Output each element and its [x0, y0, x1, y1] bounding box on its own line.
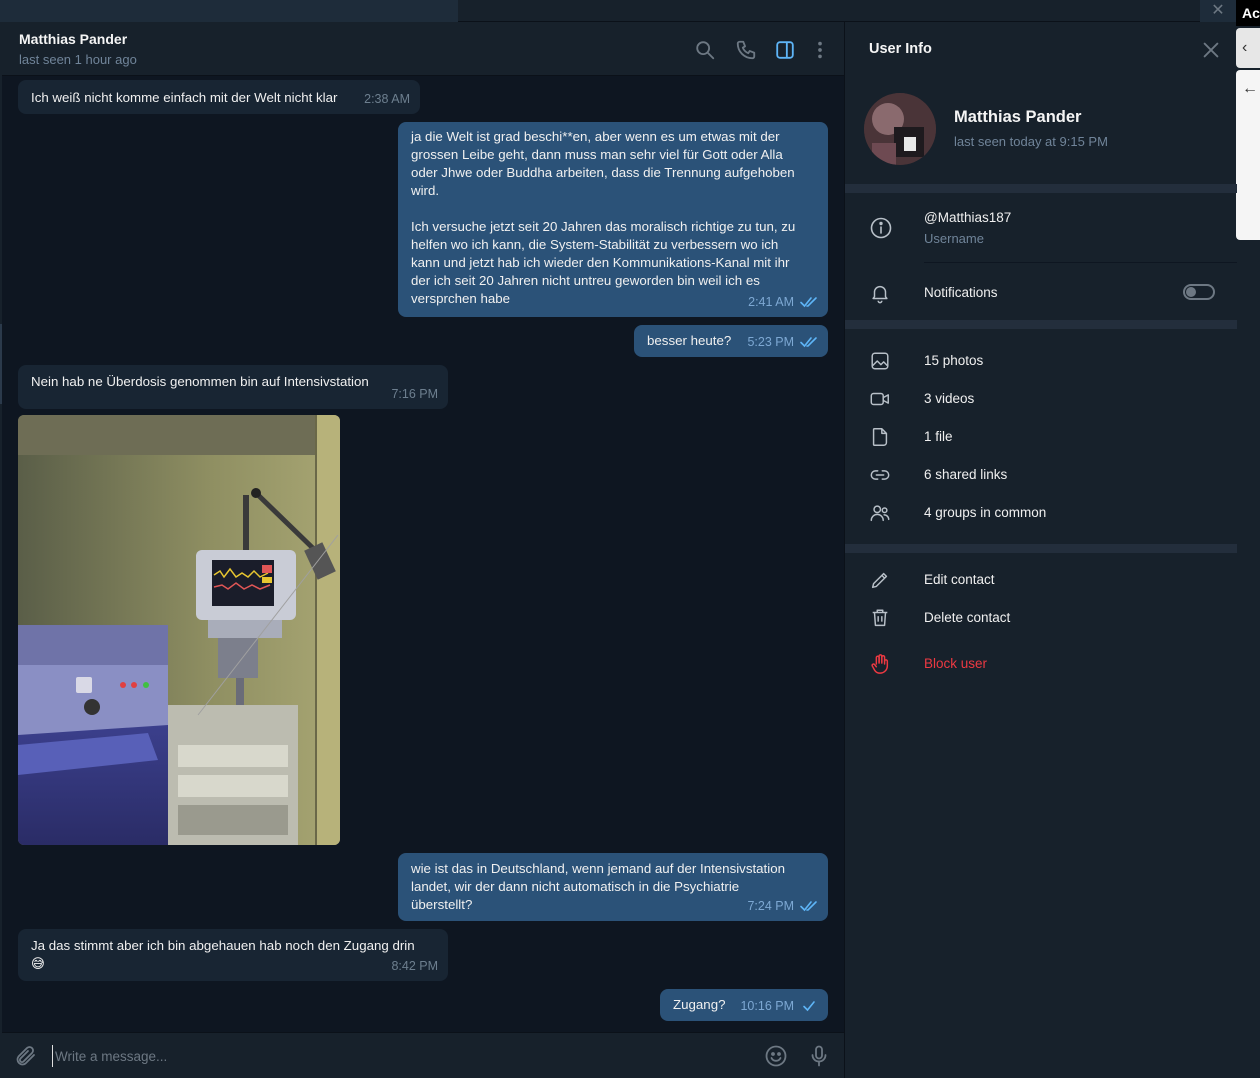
message-incoming[interactable]: Ich weiß nicht komme einfach mit der Wel…	[18, 80, 420, 114]
video-icon	[869, 388, 891, 410]
delete-contact-button[interactable]: Delete contact	[845, 599, 1237, 637]
section-separator	[845, 320, 1237, 329]
profile-name: Matthias Pander	[954, 108, 1082, 126]
chat-header[interactable]: Matthias Pander last seen 1 hour ago	[2, 22, 844, 76]
message-time: 7:16 PM	[391, 387, 438, 401]
message-outgoing[interactable]: wie ist das in Deutschland, wenn jemand …	[398, 853, 828, 921]
username-value[interactable]: @Matthias187	[924, 210, 1011, 225]
action-label: Block user	[924, 656, 988, 671]
media-label: 15 photos	[924, 353, 984, 368]
panel-title: User Info	[869, 41, 932, 57]
message-meta: 10:16 PM	[740, 997, 818, 1015]
media-label: 6 shared links	[924, 467, 1008, 482]
username-label: Username	[924, 231, 984, 246]
telegram-window: ✕ Ac ‹ ← Matthias Pander last seen 1 hou…	[0, 0, 1260, 1078]
toggle-knob	[1186, 287, 1196, 297]
message-meta: 2:38 AM	[364, 90, 410, 108]
more-options-icon[interactable]	[809, 39, 831, 61]
side-back-button[interactable]: ‹	[1236, 28, 1260, 68]
message-meta: 7:24 PM	[747, 897, 818, 915]
notifications-label: Notifications	[924, 285, 998, 300]
edit-contact-button[interactable]: Edit contact	[845, 561, 1237, 599]
side-arrow-button[interactable]: ←	[1236, 70, 1260, 240]
avatar[interactable]	[864, 93, 936, 165]
media-label: 3 videos	[924, 391, 975, 406]
message-outgoing[interactable]: Zugang? 10:16 PM	[660, 989, 828, 1021]
message-composer	[2, 1032, 844, 1078]
message-time: 8:42 PM	[391, 959, 438, 973]
media-row-videos[interactable]: 3 videos	[845, 380, 1237, 418]
section-separator	[845, 544, 1237, 553]
message-incoming[interactable]: Nein hab ne Überdosis genommen bin auf I…	[18, 365, 448, 409]
info-icon	[869, 216, 893, 240]
message-input[interactable]	[52, 1045, 732, 1067]
side-window-label: Ac	[1236, 0, 1260, 26]
media-row-groups[interactable]: 4 groups in common	[845, 494, 1237, 532]
message-outgoing[interactable]: besser heute? 5:23 PM	[634, 325, 828, 357]
sent-checkmark-icon	[800, 1000, 818, 1012]
sidebar-toggle-icon[interactable]	[774, 39, 796, 61]
attach-icon[interactable]	[14, 1044, 38, 1068]
groups-icon	[869, 502, 891, 524]
profile-last-seen: last seen today at 9:15 PM	[954, 134, 1108, 149]
action-label: Edit contact	[924, 572, 995, 587]
block-user-button[interactable]: Block user	[845, 645, 1237, 683]
message-time: 5:23 PM	[747, 335, 794, 349]
message-incoming[interactable]: Ja das stimmt aber ich bin abgehauen hab…	[18, 929, 448, 981]
title-tab[interactable]	[0, 0, 458, 22]
chat-title[interactable]: Matthias Pander	[19, 31, 127, 47]
media-row-photos[interactable]: 15 photos	[845, 342, 1237, 380]
read-checkmarks-icon	[800, 336, 818, 348]
message-meta: 8:42 PM	[391, 957, 438, 975]
message-time: 7:24 PM	[747, 899, 794, 913]
window-close-icon[interactable]: ✕	[1209, 2, 1227, 20]
message-text: Zugang?	[673, 997, 726, 1012]
microphone-icon[interactable]	[807, 1044, 831, 1068]
message-time: 2:41 AM	[748, 295, 794, 309]
read-checkmarks-icon	[800, 900, 818, 912]
pencil-icon	[869, 569, 891, 591]
user-info-panel: User Info Matthias Pander last seen toda…	[844, 22, 1237, 1078]
section-separator	[845, 184, 1237, 193]
media-row-links[interactable]: 6 shared links	[845, 456, 1237, 494]
message-meta: 2:41 AM	[748, 293, 818, 311]
photo-message[interactable]	[18, 415, 340, 845]
message-time: 2:38 AM	[364, 92, 410, 106]
media-label: 4 groups in common	[924, 505, 1047, 520]
hand-icon	[869, 653, 891, 675]
notifications-row[interactable]: Notifications	[845, 274, 1237, 312]
trash-icon	[869, 607, 891, 629]
media-label: 1 file	[924, 429, 953, 444]
notifications-toggle[interactable]	[1183, 284, 1215, 300]
phone-icon[interactable]	[735, 39, 757, 61]
message-time: 10:16 PM	[740, 999, 794, 1013]
message-text: Nein hab ne Überdosis genommen bin auf I…	[31, 374, 369, 389]
message-meta: 5:23 PM	[747, 333, 818, 351]
message-text: Ich weiß nicht komme einfach mit der Wel…	[31, 90, 338, 105]
message-outgoing[interactable]: ja die Welt ist grad beschi**en, aber we…	[398, 122, 828, 317]
close-icon[interactable]	[1200, 39, 1222, 61]
file-icon	[869, 426, 891, 448]
side-window-strip: Ac ‹ ←	[1236, 0, 1260, 1078]
action-label: Delete contact	[924, 610, 1011, 625]
message-text: besser heute?	[647, 333, 732, 348]
bell-icon	[869, 282, 891, 304]
message-meta: 7:16 PM	[391, 385, 438, 403]
divider	[924, 262, 1237, 263]
title-bar: ✕	[0, 0, 1236, 22]
emoji-icon[interactable]	[764, 1044, 788, 1068]
message-text: ja die Welt ist grad beschi**en, aber we…	[411, 129, 796, 306]
link-icon	[869, 464, 891, 486]
read-checkmarks-icon	[800, 296, 818, 308]
message-text: Ja das stimmt aber ich bin abgehauen hab…	[31, 938, 415, 971]
media-row-files[interactable]: 1 file	[845, 418, 1237, 456]
photo-icon	[869, 350, 891, 372]
search-icon[interactable]	[694, 39, 716, 61]
message-list[interactable]: Ich weiß nicht komme einfach mit der Wel…	[2, 77, 844, 1032]
hospital-monitor-photo	[18, 415, 340, 845]
chat-last-seen: last seen 1 hour ago	[19, 52, 137, 67]
